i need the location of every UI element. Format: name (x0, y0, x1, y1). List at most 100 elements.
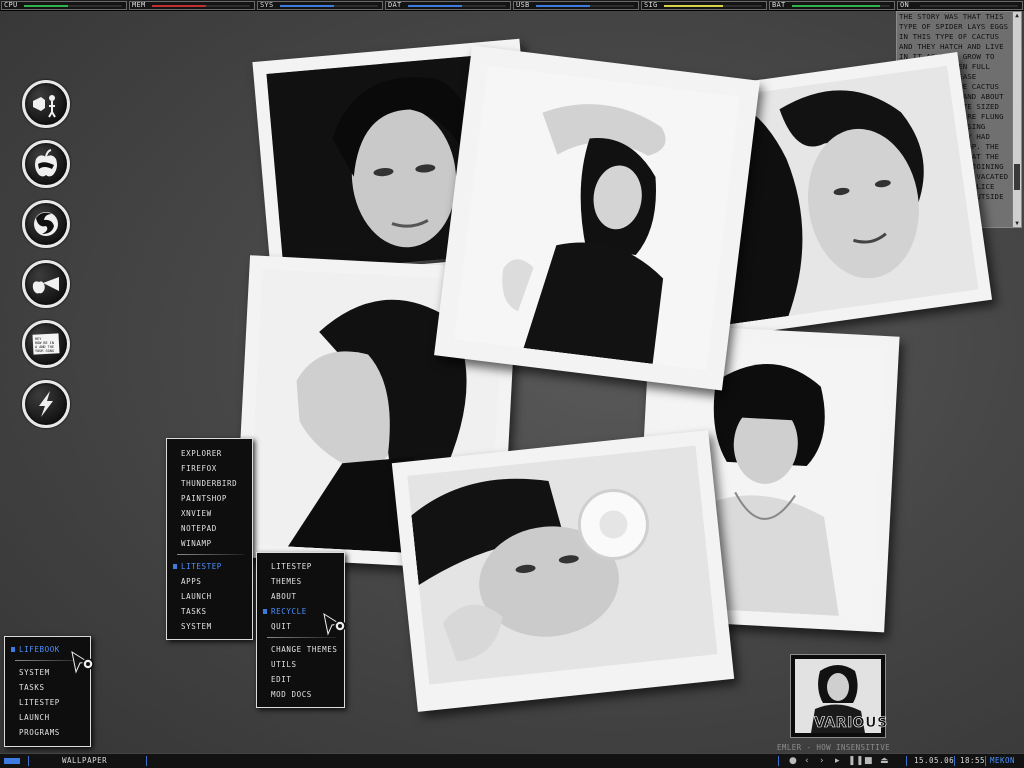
meter-track (280, 5, 378, 7)
active-marker (173, 564, 177, 569)
album-title: VARIOUS (814, 715, 888, 732)
taskbar-separator (906, 756, 907, 766)
meter-label: SIG (644, 1, 658, 9)
meter-label: DAT (388, 1, 402, 9)
menu-item-paintshop[interactable]: PAINTSHOP (181, 494, 227, 504)
programs-menu: EXPLORER FIREFOX THUNDERBIRD PAINTSHOP XNVIE… (166, 438, 253, 640)
task-wallpaper[interactable]: WALLPAPER (62, 754, 107, 768)
menu-item-themes[interactable]: THEMES (271, 577, 302, 587)
meter-track (920, 5, 1018, 7)
meter-fill (24, 5, 69, 7)
active-marker (263, 609, 267, 614)
note-icon-glyph: HEY HOW BE IN A AND THE YOUR SONG (32, 333, 60, 355)
now-playing-text: EMLER - HOW INSENSITIVE (777, 743, 891, 752)
meter-label: MEM (132, 1, 146, 9)
apple-icon-glyph (35, 149, 57, 177)
media-prev-icon[interactable]: ‹ (805, 754, 809, 768)
taskbar: WALLPAPER ● ‹ › ▸ ❚❚ ■ ⏏ 15.05.06 18:55 … (0, 753, 1024, 768)
meter-usb: USB (513, 1, 639, 10)
active-marker (11, 647, 15, 652)
menu-item-about[interactable]: ABOUT (271, 592, 297, 602)
menu-item-thunderbird[interactable]: THUNDERBIRD (181, 479, 237, 489)
menu-item-system[interactable]: SYSTEM (19, 668, 50, 678)
media-eject-icon[interactable]: ⏏ (880, 754, 889, 768)
firefox-icon-glyph (34, 212, 58, 236)
taskbar-separator (778, 756, 779, 766)
meter-dat: DAT (385, 1, 511, 10)
clock-display: 18:55 (960, 756, 986, 765)
menu-item-launch[interactable]: LAUNCH (19, 713, 50, 723)
menu-item-xnview[interactable]: XNVIEW (181, 509, 212, 519)
meter-track (152, 5, 250, 7)
menu-item-notepad[interactable]: NOTEPAD (181, 524, 217, 534)
apple-torch-icon[interactable] (22, 260, 70, 308)
media-stop-dot-icon[interactable]: ● (789, 754, 797, 768)
firefox-icon[interactable] (22, 200, 70, 248)
meter-sig: SIG (641, 1, 767, 10)
meter-fill (280, 5, 334, 7)
media-next-icon[interactable]: › (820, 754, 824, 768)
menu-item-winamp[interactable]: WINAMP (181, 539, 212, 549)
user-name: MEKON (990, 756, 1016, 765)
meter-mem: MEM (129, 1, 255, 10)
meter-fill (792, 5, 881, 7)
meter-on: ON (897, 1, 1023, 10)
speaker-icon[interactable] (22, 80, 70, 128)
meter-bat: BAT (769, 1, 895, 10)
meter-track (664, 5, 762, 7)
start-button[interactable] (4, 758, 20, 764)
lightning-icon[interactable] (22, 380, 70, 428)
meter-fill (664, 5, 723, 7)
meter-fill (408, 5, 462, 7)
scroll-up-icon[interactable]: ▲ (1013, 12, 1021, 19)
mouse-cursor-icon (71, 650, 94, 674)
taskbar-separator (28, 756, 29, 766)
taskbar-separator (985, 756, 986, 766)
menu-item-litestep[interactable]: LITESTEP (181, 562, 222, 572)
photo-flower (391, 430, 735, 712)
meter-track (408, 5, 506, 7)
menu-item-firefox[interactable]: FIREFOX (181, 464, 217, 474)
menu-item-system[interactable]: SYSTEM (181, 622, 212, 632)
media-play-icon[interactable]: ▸ (835, 754, 840, 768)
taskbar-separator (146, 756, 147, 766)
speaker-icon-glyph (33, 95, 56, 118)
menu-item-litestep[interactable]: LITESTEP (271, 562, 312, 572)
menu-item-edit[interactable]: EDIT (271, 675, 291, 685)
menu-item-programs[interactable]: PROGRAMS (19, 728, 60, 738)
apple-icon[interactable] (22, 140, 70, 188)
menu-item-utils[interactable]: UTILS (271, 660, 297, 670)
menu-item-change-themes[interactable]: CHANGE THEMES (271, 645, 338, 655)
portrait-image (407, 445, 718, 685)
lightning-icon-glyph (39, 391, 53, 417)
story-scrollbar[interactable]: ▲ ▼ (1012, 12, 1021, 227)
meter-fill (536, 5, 590, 7)
scroll-down-icon[interactable]: ▼ (1013, 220, 1021, 227)
meter-cpu: CPU (1, 1, 127, 10)
meter-label: ON (900, 1, 910, 9)
menu-item-explorer[interactable]: EXPLORER (181, 449, 222, 459)
meter-sys: SYS (257, 1, 383, 10)
menu-item-tasks[interactable]: TASKS (181, 607, 207, 617)
menu-item-lifebook[interactable]: LIFEBOOK (19, 645, 60, 655)
media-pause-icon[interactable]: ❚❚ (848, 754, 864, 768)
menu-item-launch[interactable]: LAUNCH (181, 592, 212, 602)
taskbar-separator (954, 756, 955, 766)
menu-item-mod-docs[interactable]: MOD DOCS (271, 690, 312, 700)
note-icon[interactable]: HEY HOW BE IN A AND THE YOUR SONG (22, 320, 70, 368)
meter-fill (152, 5, 206, 7)
photo-arm-raised (434, 45, 760, 391)
scroll-thumb[interactable] (1014, 164, 1020, 190)
menu-item-tasks[interactable]: TASKS (19, 683, 45, 693)
meter-track (536, 5, 634, 7)
media-stop-icon[interactable]: ■ (864, 754, 873, 768)
menu-item-apps[interactable]: APPS (181, 577, 201, 587)
menu-item-litestep[interactable]: LITESTEP (19, 698, 60, 708)
system-monitor-bar: CPU MEM SYS DAT USB SIG BAT ON (0, 0, 1024, 11)
meter-label: USB (516, 1, 530, 9)
menu-item-recycle[interactable]: RECYCLE (271, 607, 307, 617)
menu-item-quit[interactable]: QUIT (271, 622, 291, 632)
mouse-cursor-icon (323, 612, 346, 636)
meter-label: CPU (4, 1, 18, 9)
date-display: 15.05.06 (914, 756, 955, 765)
